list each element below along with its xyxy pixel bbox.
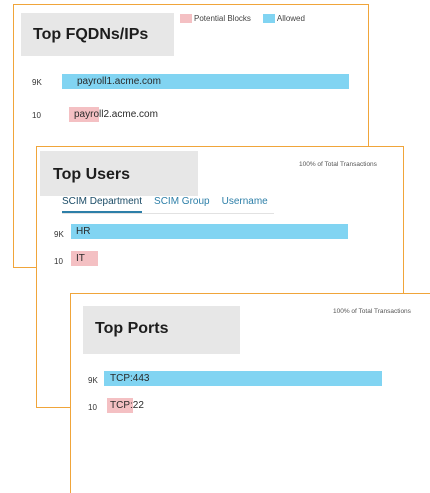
fqdn-legend: Potential Blocks Allowed <box>180 14 305 23</box>
fqdn-row-1-count: 9K <box>32 78 42 87</box>
fqdn-title-box: Top FQDNs/IPs <box>21 13 174 56</box>
users-percent-note: 100% of Total Transactions <box>299 161 377 168</box>
tab-scim-department[interactable]: SCIM Department <box>62 196 143 213</box>
fqdn-row-2-count: 10 <box>32 111 41 120</box>
potential-blocks-swatch <box>180 14 192 23</box>
ports-percent-note: 100% of Total Transactions <box>333 308 411 315</box>
users-title-box: Top Users <box>40 151 198 196</box>
ports-row-1-label[interactable]: TCP:443 <box>110 373 149 384</box>
ports-row-2-label[interactable]: TCP:22 <box>110 400 144 411</box>
tabs-divider <box>62 213 274 214</box>
ports-row-2-count: 10 <box>88 403 97 412</box>
tab-username[interactable]: Username <box>222 196 268 213</box>
users-row-1-label[interactable]: HR <box>76 226 90 237</box>
users-row-1-bar[interactable] <box>71 224 348 239</box>
ports-row-1-count: 9K <box>88 376 98 385</box>
users-tabs: SCIM Department SCIM Group Username <box>62 196 280 213</box>
fqdn-title: Top FQDNs/IPs <box>33 26 149 43</box>
users-row-1-count: 9K <box>54 230 64 239</box>
fqdn-row-1-label[interactable]: payroll1.acme.com <box>77 76 161 87</box>
ports-title-box: Top Ports <box>83 306 240 354</box>
users-title: Top Users <box>53 166 131 183</box>
users-row-2-count: 10 <box>54 257 63 266</box>
users-row-2-label[interactable]: IT <box>76 253 85 264</box>
legend-potential-blocks: Potential Blocks <box>194 14 251 23</box>
legend-allowed: Allowed <box>276 14 305 23</box>
ports-title: Top Ports <box>95 320 169 337</box>
tab-scim-group[interactable]: SCIM Group <box>154 196 210 213</box>
fqdn-row-2-label[interactable]: payroll2.acme.com <box>74 109 158 120</box>
allowed-swatch <box>262 14 275 23</box>
top-ports-card: Top Ports 100% of Total Transactions 9K … <box>70 293 430 493</box>
